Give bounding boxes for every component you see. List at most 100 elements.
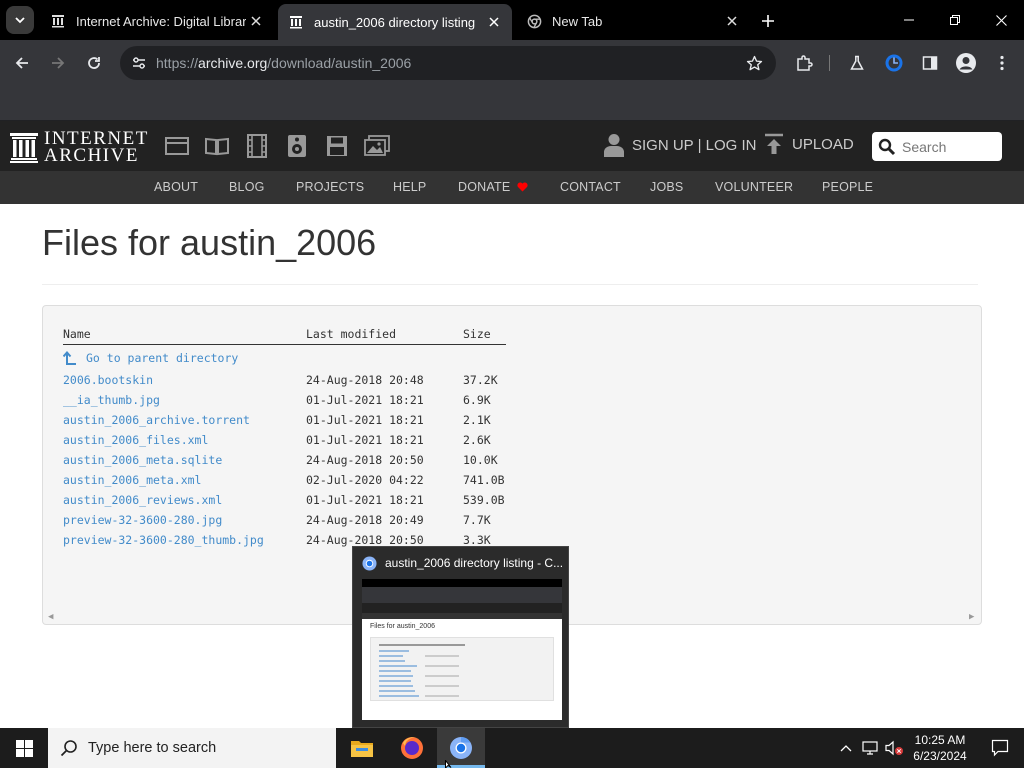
preview-bookmarks-bar xyxy=(362,596,562,603)
tab-title: New Tab xyxy=(552,13,603,29)
nav-help[interactable]: HELP xyxy=(393,180,426,194)
file-modified: 01-Jul-2021 18:21 xyxy=(306,393,424,407)
new-tab-button[interactable] xyxy=(756,9,780,33)
nav-projects[interactable]: PROJECTS xyxy=(296,180,364,194)
mouse-cursor-icon xyxy=(445,760,452,768)
file-link[interactable]: austin_2006_archive.torrent xyxy=(63,413,250,427)
notifications-button[interactable] xyxy=(976,728,1024,768)
signup-label: SIGN UP | LOG IN xyxy=(632,136,757,154)
system-clock[interactable]: 10:25 AM 6/23/2024 xyxy=(906,732,974,764)
close-tab-icon[interactable] xyxy=(484,12,504,32)
web-icon[interactable] xyxy=(164,134,190,158)
close-tab-icon[interactable] xyxy=(722,11,742,31)
taskbar-search-box[interactable]: Type here to search xyxy=(48,728,336,768)
side-panel-icon xyxy=(922,56,938,70)
file-link[interactable]: austin_2006_meta.xml xyxy=(63,473,201,487)
back-button[interactable] xyxy=(8,49,36,77)
software-icon[interactable] xyxy=(324,134,350,158)
tab-new-tab[interactable]: New Tab xyxy=(516,6,750,36)
file-explorer-icon[interactable] xyxy=(338,728,386,768)
nav-jobs[interactable]: JOBS xyxy=(650,180,683,194)
tab-search-button[interactable] xyxy=(6,6,34,34)
file-modified: 24-Aug-2018 20:50 xyxy=(306,533,424,547)
tab-directory-listing[interactable]: austin_2006 directory listing xyxy=(278,4,512,40)
nav-about[interactable]: ABOUT xyxy=(154,180,198,194)
windows-taskbar: Type here to search 10:25 AM 6/23/2024 xyxy=(0,728,1024,768)
upload-link[interactable]: UPLOAD xyxy=(764,133,854,155)
show-hidden-icons-icon[interactable] xyxy=(836,738,856,758)
tab-internet-archive[interactable]: Internet Archive: Digital Librar xyxy=(40,6,274,36)
ia-search-box[interactable] xyxy=(872,132,1002,161)
network-icon[interactable] xyxy=(861,738,881,758)
ia-search-input[interactable] xyxy=(902,138,998,155)
user-icon xyxy=(604,134,624,157)
file-size: 539.0B xyxy=(463,493,505,507)
reload-icon xyxy=(88,57,100,69)
images-icon[interactable] xyxy=(364,134,390,158)
file-row: austin_2006_files.xml 01-Jul-2021 18:21 … xyxy=(63,433,663,453)
firefox-icon[interactable] xyxy=(388,728,436,768)
search-icon xyxy=(878,138,896,155)
texts-icon[interactable] xyxy=(204,134,230,158)
file-link[interactable]: preview-32-3600-280_thumb.jpg xyxy=(63,533,264,547)
bookmark-star-icon[interactable] xyxy=(744,53,764,73)
reload-button[interactable] xyxy=(80,49,108,77)
ia-logo[interactable]: INTERNET ARCHIVE xyxy=(10,129,149,166)
kebab-menu-icon xyxy=(1000,55,1004,71)
profile-avatar-icon xyxy=(956,53,976,73)
nav-donate[interactable]: DONATE xyxy=(458,180,528,194)
extension-button[interactable] xyxy=(880,49,908,77)
thumbnail-title: austin_2006 directory listing - C... xyxy=(385,556,564,570)
file-row: preview-32-3600-280.jpg 24-Aug-2018 20:4… xyxy=(63,513,663,533)
tab-title: austin_2006 directory listing xyxy=(314,14,476,30)
file-link[interactable]: austin_2006_files.xml xyxy=(63,433,208,447)
taskbar-thumbnail-popup[interactable]: austin_2006 directory listing - C... Fil… xyxy=(352,546,569,728)
file-row: __ia_thumb.jpg 01-Jul-2021 18:21 6.9K xyxy=(63,393,663,413)
file-modified: 24-Aug-2018 20:49 xyxy=(306,513,424,527)
video-icon[interactable] xyxy=(244,134,270,158)
flask-icon xyxy=(850,55,864,70)
restore-button[interactable] xyxy=(932,0,978,40)
wordmark-line2: ARCHIVE xyxy=(44,145,139,166)
browser-menu-button[interactable] xyxy=(988,49,1016,77)
start-button[interactable] xyxy=(0,728,48,768)
file-link[interactable]: austin_2006_reviews.xml xyxy=(63,493,222,507)
plus-icon xyxy=(762,15,774,27)
scroll-right-arrow[interactable]: ▶ xyxy=(969,612,974,622)
audio-icon[interactable] xyxy=(284,134,310,158)
upload-label: UPLOAD xyxy=(792,135,854,153)
address-bar[interactable]: https://archive.org/download/austin_2006 xyxy=(120,46,776,80)
signup-login-link[interactable]: SIGN UP | LOG IN xyxy=(604,133,756,157)
extensions-button[interactable] xyxy=(790,49,818,77)
nav-people[interactable]: PEOPLE xyxy=(822,180,873,194)
side-panel-button[interactable] xyxy=(916,49,944,77)
archive-favicon-icon xyxy=(50,13,66,29)
profile-button[interactable] xyxy=(952,49,980,77)
nav-blog[interactable]: BLOG xyxy=(229,180,265,194)
site-info-icon[interactable] xyxy=(122,46,156,80)
volume-muted-icon[interactable] xyxy=(884,738,904,758)
file-link[interactable]: __ia_thumb.jpg xyxy=(63,393,160,407)
file-link[interactable]: preview-32-3600-280.jpg xyxy=(63,513,222,527)
close-tab-icon[interactable] xyxy=(246,11,266,31)
forward-button[interactable] xyxy=(44,49,72,77)
nav-contact[interactable]: CONTACT xyxy=(560,180,621,194)
archive-favicon-icon xyxy=(288,14,304,30)
file-link[interactable]: 2006.bootskin xyxy=(63,373,153,387)
labs-button[interactable] xyxy=(843,49,871,77)
file-row: austin_2006_reviews.xml 01-Jul-2021 18:2… xyxy=(63,493,663,513)
file-size: 10.0K xyxy=(463,453,498,467)
minimize-button[interactable] xyxy=(886,0,932,40)
preview-ia-nav xyxy=(362,613,562,619)
chrome-icon xyxy=(362,556,377,571)
file-row: austin_2006_archive.torrent 01-Jul-2021 … xyxy=(63,413,663,433)
close-window-button[interactable] xyxy=(978,0,1024,40)
file-link[interactable]: austin_2006_meta.sqlite xyxy=(63,453,222,467)
file-row: austin_2006_meta.sqlite 24-Aug-2018 20:5… xyxy=(63,453,663,473)
header-last-modified: Last modified xyxy=(306,327,397,341)
scroll-left-arrow[interactable]: ◀ xyxy=(48,612,53,622)
parent-directory-link[interactable]: Go to parent directory xyxy=(63,351,238,365)
clock-time: 10:25 AM xyxy=(914,733,966,747)
preview-tab-strip xyxy=(362,579,562,587)
nav-volunteer[interactable]: VOLUNTEER xyxy=(715,180,793,194)
